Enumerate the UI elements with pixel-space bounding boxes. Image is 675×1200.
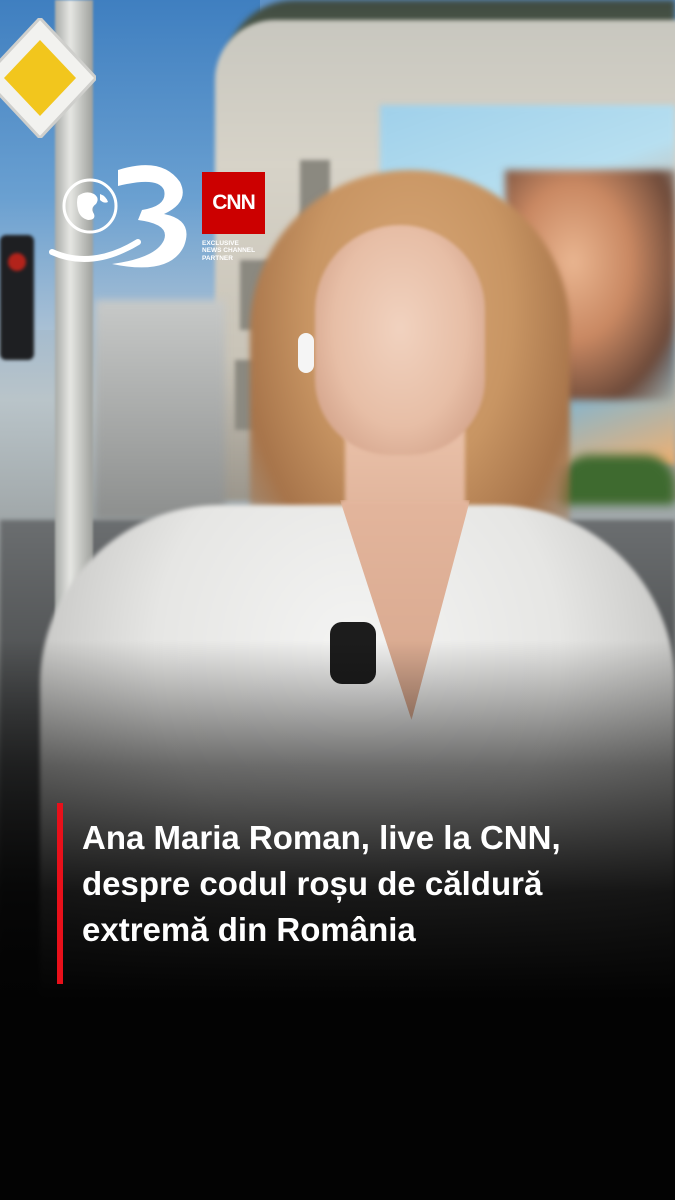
caption-line: Ana Maria Roman, live la CNN, xyxy=(82,819,561,856)
caption-accent-bar xyxy=(57,803,63,984)
partner-label-line: PARTNER xyxy=(202,254,233,262)
earbud xyxy=(298,333,314,373)
partner-label-line: EXCLUSIVE xyxy=(202,240,239,247)
reporter-face xyxy=(315,225,485,455)
caption-line: despre codul roșu de căldură xyxy=(82,865,543,902)
caption: Ana Maria Roman, live la CNN, despre cod… xyxy=(82,815,662,953)
cnn-logo: CNN xyxy=(202,172,265,234)
caption-line: extremă din România xyxy=(82,911,416,948)
cnn-logo-text: CNN xyxy=(212,191,255,214)
partner-label: EXCLUSIVE NEWS CHANNEL PARTNER xyxy=(202,240,272,262)
antena-3-globe-logo-icon xyxy=(49,165,187,268)
partner-label-line: NEWS CHANNEL xyxy=(202,247,256,255)
video-frame[interactable]: CNN EXCLUSIVE NEWS CHANNEL PARTNER Ana M… xyxy=(0,0,675,1200)
